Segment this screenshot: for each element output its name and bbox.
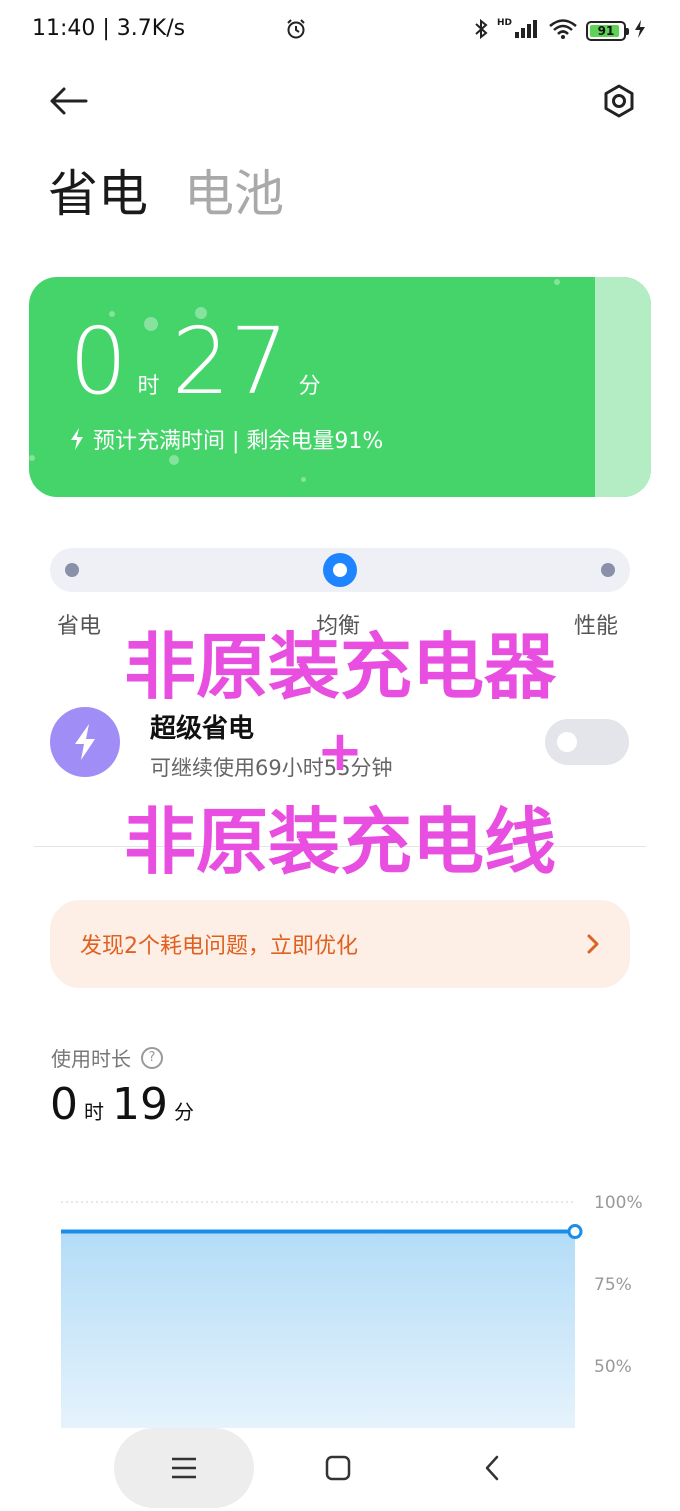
chart-end-point	[567, 1224, 583, 1240]
hd-badge: HD	[496, 18, 512, 28]
minutes-value: 27	[171, 308, 289, 415]
tab-battery[interactable]: 电池	[184, 162, 284, 226]
back-arrow-icon	[50, 87, 88, 115]
super-saver-toggle[interactable]	[545, 719, 629, 765]
super-saver-subtitle: 可继续使用69小时55分钟	[150, 756, 393, 780]
settings-icon	[604, 84, 634, 118]
mode-label-balanced[interactable]: 均衡	[316, 608, 360, 640]
charge-subtitle-text: 预计充满时间 | 剩余电量91%	[93, 429, 384, 454]
home-icon	[325, 1455, 351, 1481]
mode-dot-performance[interactable]	[601, 563, 615, 577]
settings-button[interactable]	[598, 80, 640, 122]
battery-level-chart: 100% 75% 50%	[61, 1193, 643, 1430]
charge-remaining-fill	[595, 277, 651, 497]
mode-label-performance[interactable]: 性能	[574, 608, 618, 640]
hours-unit: 时	[137, 374, 160, 399]
chevron-right-icon	[587, 934, 599, 954]
chart-area	[61, 1231, 575, 1430]
status-icons: HD 91	[285, 16, 646, 46]
usage-minutes-unit: 分	[174, 1100, 194, 1124]
nav-menu-button[interactable]	[114, 1428, 254, 1508]
lightning-icon	[75, 724, 95, 760]
chart-y-label: 50%	[594, 1357, 632, 1377]
chart-y-label: 75%	[594, 1275, 632, 1295]
menu-icon	[172, 1457, 196, 1479]
chart-y-label: 100%	[594, 1193, 643, 1213]
usage-hours: 0	[50, 1079, 78, 1130]
usage-duration: 0 时 19 分	[50, 1078, 202, 1132]
usage-minutes: 19	[112, 1079, 168, 1130]
mode-dot-saving[interactable]	[65, 563, 79, 577]
alarm-icon	[285, 18, 307, 44]
tab-bar: 省电 电池	[48, 162, 284, 226]
usage-label: 使用时长 ?	[51, 1043, 163, 1072]
time-to-full: 0 时 27 分	[69, 307, 333, 417]
charge-status-card[interactable]: 0 时 27 分 预计充满时间 | 剩余电量91%	[29, 277, 651, 497]
hours-value: 0	[69, 308, 128, 415]
battery-indicator: 91	[586, 21, 629, 41]
charging-icon	[634, 19, 646, 43]
divider	[34, 846, 646, 847]
super-saver-title: 超级省电	[150, 714, 255, 744]
minutes-unit: 分	[298, 374, 321, 399]
mode-label-saving[interactable]: 省电	[57, 608, 101, 640]
super-saver-icon	[50, 707, 120, 777]
mode-slider-knob[interactable]	[323, 553, 357, 587]
help-icon[interactable]: ?	[141, 1046, 163, 1069]
bluetooth-icon	[473, 17, 489, 45]
back-chevron-icon	[485, 1455, 499, 1481]
issue-banner-text: 发现2个耗电问题，立即优化	[80, 934, 358, 959]
usage-hours-unit: 时	[84, 1100, 104, 1124]
status-bar: 11:40 | 3.7K/s HD 91	[0, 0, 680, 62]
usage-label-text: 使用时长	[51, 1047, 131, 1071]
nav-home-button[interactable]	[298, 1428, 378, 1508]
nav-back-button[interactable]	[452, 1428, 532, 1508]
watermark-line-2: 非原装充电线	[123, 800, 556, 884]
back-button[interactable]	[44, 80, 92, 122]
battery-level-text: 91	[597, 24, 615, 38]
lightning-icon	[71, 428, 83, 450]
tab-power-saving[interactable]: 省电	[48, 162, 148, 226]
battery-issue-banner[interactable]: 发现2个耗电问题，立即优化	[50, 900, 630, 988]
status-time: 11:40 | 3.7K/s	[32, 16, 186, 41]
navigation-bar	[0, 1428, 680, 1511]
charge-subtitle: 预计充满时间 | 剩余电量91%	[69, 423, 383, 455]
power-mode-slider[interactable]	[50, 548, 630, 592]
signal-icon	[514, 18, 540, 44]
wifi-icon	[548, 18, 578, 44]
